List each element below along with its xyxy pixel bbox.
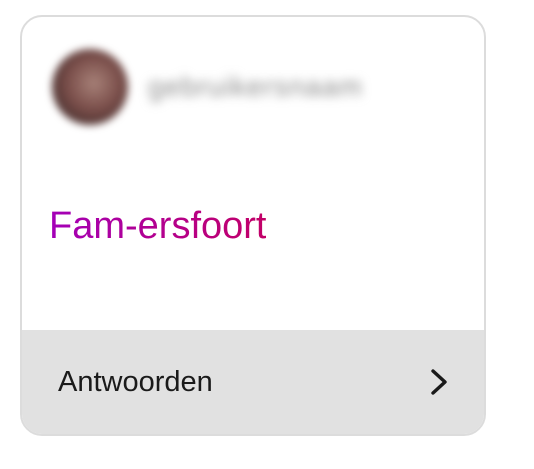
message-text: Fam-ersfoort: [49, 205, 267, 247]
username[interactable]: gebruikersnaam: [148, 71, 363, 103]
reply-label: Antwoorden: [58, 365, 213, 398]
reply-button[interactable]: Antwoorden: [22, 330, 484, 434]
story-reply-card: gebruikersnaam Fam-ersfoort Antwoorden: [20, 15, 486, 436]
chevron-right-icon: [431, 369, 447, 395]
post-header: gebruikersnaam: [52, 47, 363, 127]
avatar[interactable]: [52, 49, 128, 125]
